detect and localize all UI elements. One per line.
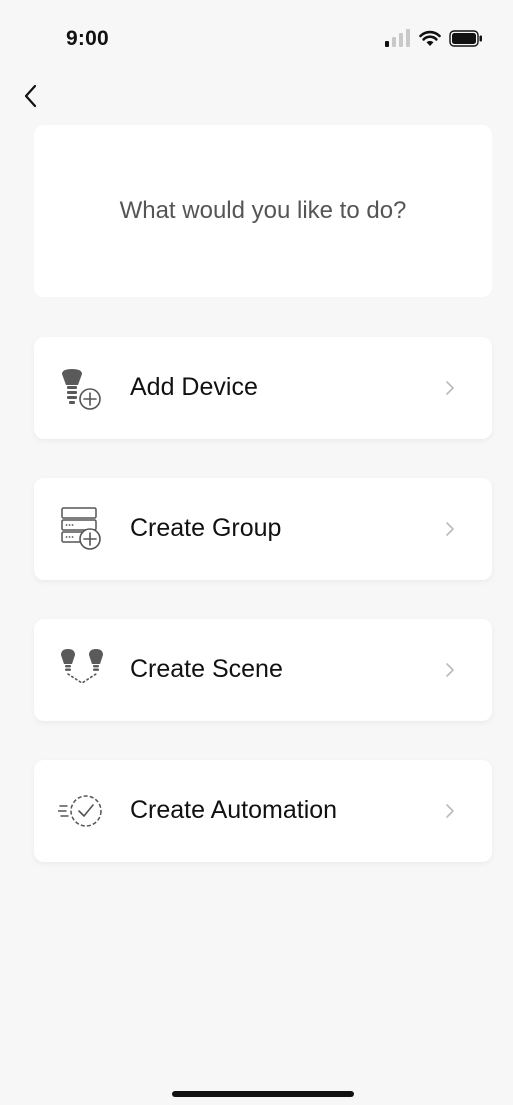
clock-check-icon bbox=[58, 795, 102, 827]
add-device-label: Add Device bbox=[130, 373, 258, 401]
back-button[interactable] bbox=[14, 80, 46, 112]
chevron-left-icon bbox=[24, 84, 37, 108]
add-device-button[interactable]: Add Device bbox=[34, 337, 492, 439]
two-bulbs-icon bbox=[61, 649, 103, 684]
home-indicator[interactable] bbox=[172, 1091, 354, 1097]
wifi-icon bbox=[419, 30, 441, 46]
status-icons bbox=[385, 29, 483, 47]
chevron-right-icon bbox=[446, 381, 454, 395]
prompt-card: What would you like to do? bbox=[34, 125, 492, 297]
chevron-right-icon bbox=[446, 663, 454, 677]
group-list-plus-icon bbox=[61, 507, 101, 550]
status-bar: 9:00 bbox=[0, 0, 513, 80]
signal-icon bbox=[385, 29, 410, 47]
create-group-button[interactable]: Create Group bbox=[34, 478, 492, 580]
create-automation-label: Create Automation bbox=[130, 796, 338, 824]
create-automation-button[interactable]: Create Automation bbox=[34, 760, 492, 862]
create-scene-button[interactable]: Create Scene bbox=[34, 619, 492, 721]
status-time: 9:00 bbox=[66, 27, 109, 50]
chevron-right-icon bbox=[446, 804, 454, 818]
chevron-right-icon bbox=[446, 522, 454, 536]
create-scene-label: Create Scene bbox=[130, 655, 283, 683]
bulb-plus-icon bbox=[62, 369, 101, 410]
create-group-label: Create Group bbox=[130, 514, 282, 542]
battery-icon bbox=[449, 29, 482, 47]
prompt-title: What would you like to do? bbox=[119, 197, 407, 224]
